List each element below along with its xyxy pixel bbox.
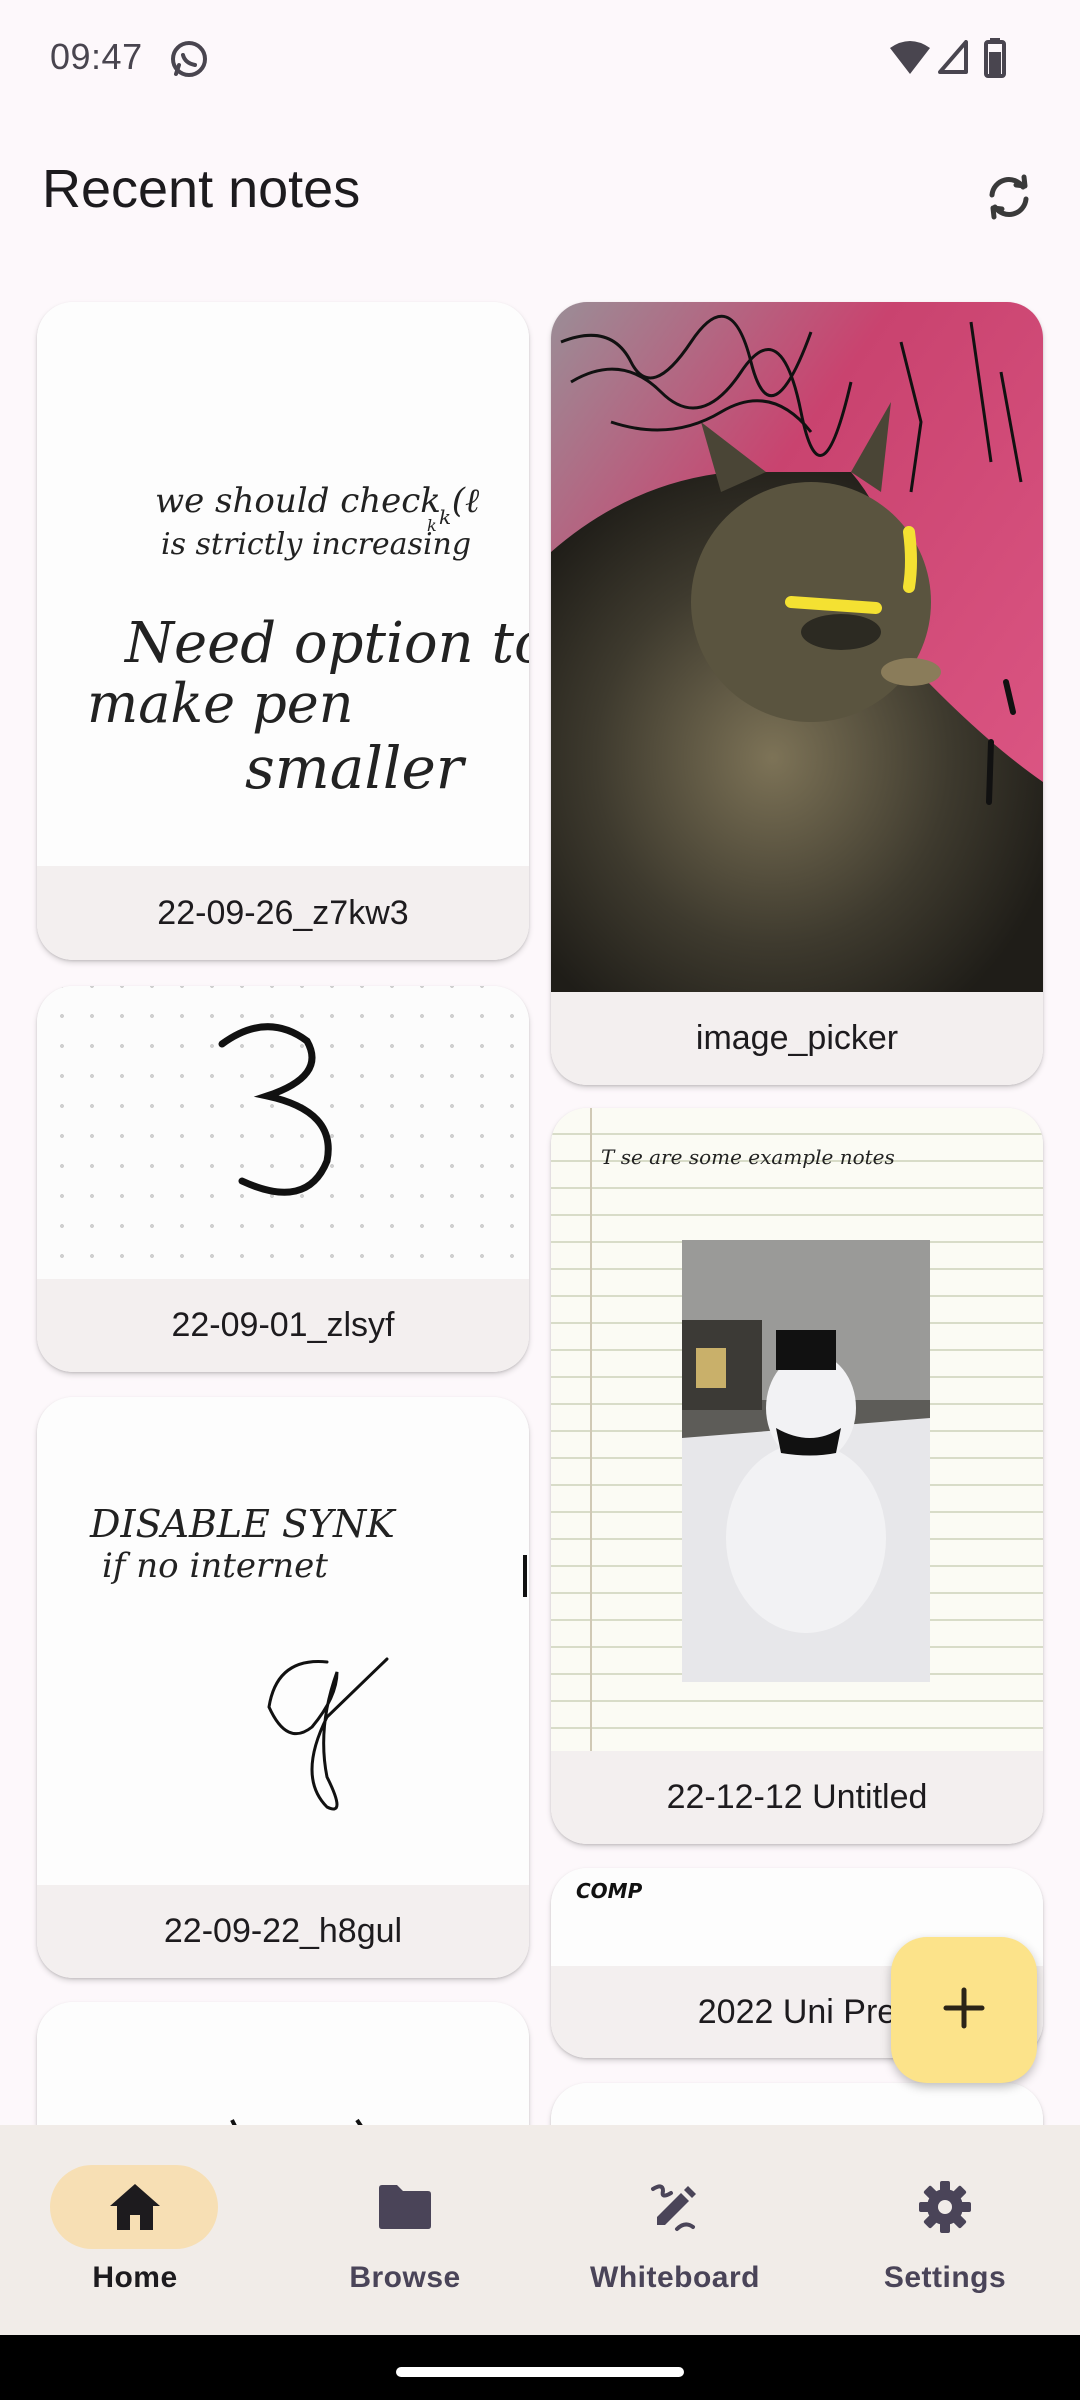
nav-label: Settings	[883, 2261, 1007, 2294]
home-icon	[103, 2175, 167, 2239]
nav-label: Whiteboard	[590, 2261, 760, 2294]
note-preview: T se are some example notes	[551, 1108, 1043, 1751]
note-card[interactable]: 22-09-01_zlsyf	[37, 986, 529, 1372]
note-title: 22-09-01_zlsyf	[37, 1279, 529, 1372]
folder-icon	[373, 2175, 437, 2239]
note-card[interactable]: we should check (ℓ k k is strictly incre…	[37, 302, 529, 960]
note-preview	[37, 2002, 529, 2125]
note-text-line: Need option to	[123, 611, 529, 676]
draw-icon	[643, 2175, 707, 2239]
gear-icon	[913, 2175, 977, 2239]
nav-item-settings[interactable]: Settings	[810, 2125, 1080, 2335]
note-title: 22-09-26_z7kw3	[37, 866, 529, 960]
home-gesture-handle[interactable]	[396, 2367, 684, 2377]
note-text-line: COMP	[576, 1879, 643, 1903]
note-text-line: if no internet	[102, 1546, 328, 1586]
note-preview: we should check (ℓ k k is strictly incre…	[37, 302, 529, 866]
notes-grid: we should check (ℓ k k is strictly incre…	[0, 0, 1080, 2125]
note-preview: DISABLE SYNK if no internet	[37, 1397, 529, 1885]
plus-icon	[942, 1986, 986, 2035]
note-text-line: is strictly increasing	[161, 527, 471, 562]
note-text-line: smaller	[245, 734, 467, 802]
note-card[interactable]: DISABLE SYNK if no internet 22-09-22_h8g…	[37, 1397, 529, 1978]
system-gesture-bar	[0, 2335, 1080, 2400]
note-card[interactable]	[551, 2083, 1043, 2125]
note-text-line: we should check (ℓ	[155, 481, 479, 521]
nav-label: Browse	[349, 2261, 461, 2294]
note-card[interactable]: image_picker	[551, 302, 1043, 1085]
note-title: 22-09-22_h8gul	[37, 1885, 529, 1978]
app-bar: Recent notes	[0, 140, 1080, 240]
bottom-navigation: Home Browse Whiteboard Settings	[0, 2125, 1080, 2335]
nav-item-home[interactable]: Home	[0, 2125, 270, 2335]
note-text-line: T se are some example notes	[601, 1145, 895, 1169]
nav-item-browse[interactable]: Browse	[270, 2125, 540, 2335]
note-title: image_picker	[551, 992, 1043, 1085]
sync-button[interactable]	[968, 158, 1050, 240]
note-preview-image	[551, 302, 1043, 992]
nav-item-whiteboard[interactable]: Whiteboard	[540, 2125, 810, 2335]
note-preview	[37, 986, 529, 1279]
note-preview	[551, 2083, 1043, 2125]
nav-label: Home	[92, 2261, 178, 2294]
note-title: 22-12-12 Untitled	[551, 1751, 1043, 1844]
new-note-button[interactable]	[891, 1937, 1037, 2083]
note-text-line: DISABLE SYNK	[89, 1502, 397, 1546]
note-card[interactable]: T se are some example notes 22-12-12 Unt…	[551, 1108, 1043, 1844]
note-text-subscript: k	[439, 505, 451, 529]
sync-icon	[983, 171, 1035, 228]
page-title: Recent notes	[42, 159, 361, 219]
note-text-line: make pen	[87, 672, 354, 735]
note-card[interactable]	[37, 2002, 529, 2125]
